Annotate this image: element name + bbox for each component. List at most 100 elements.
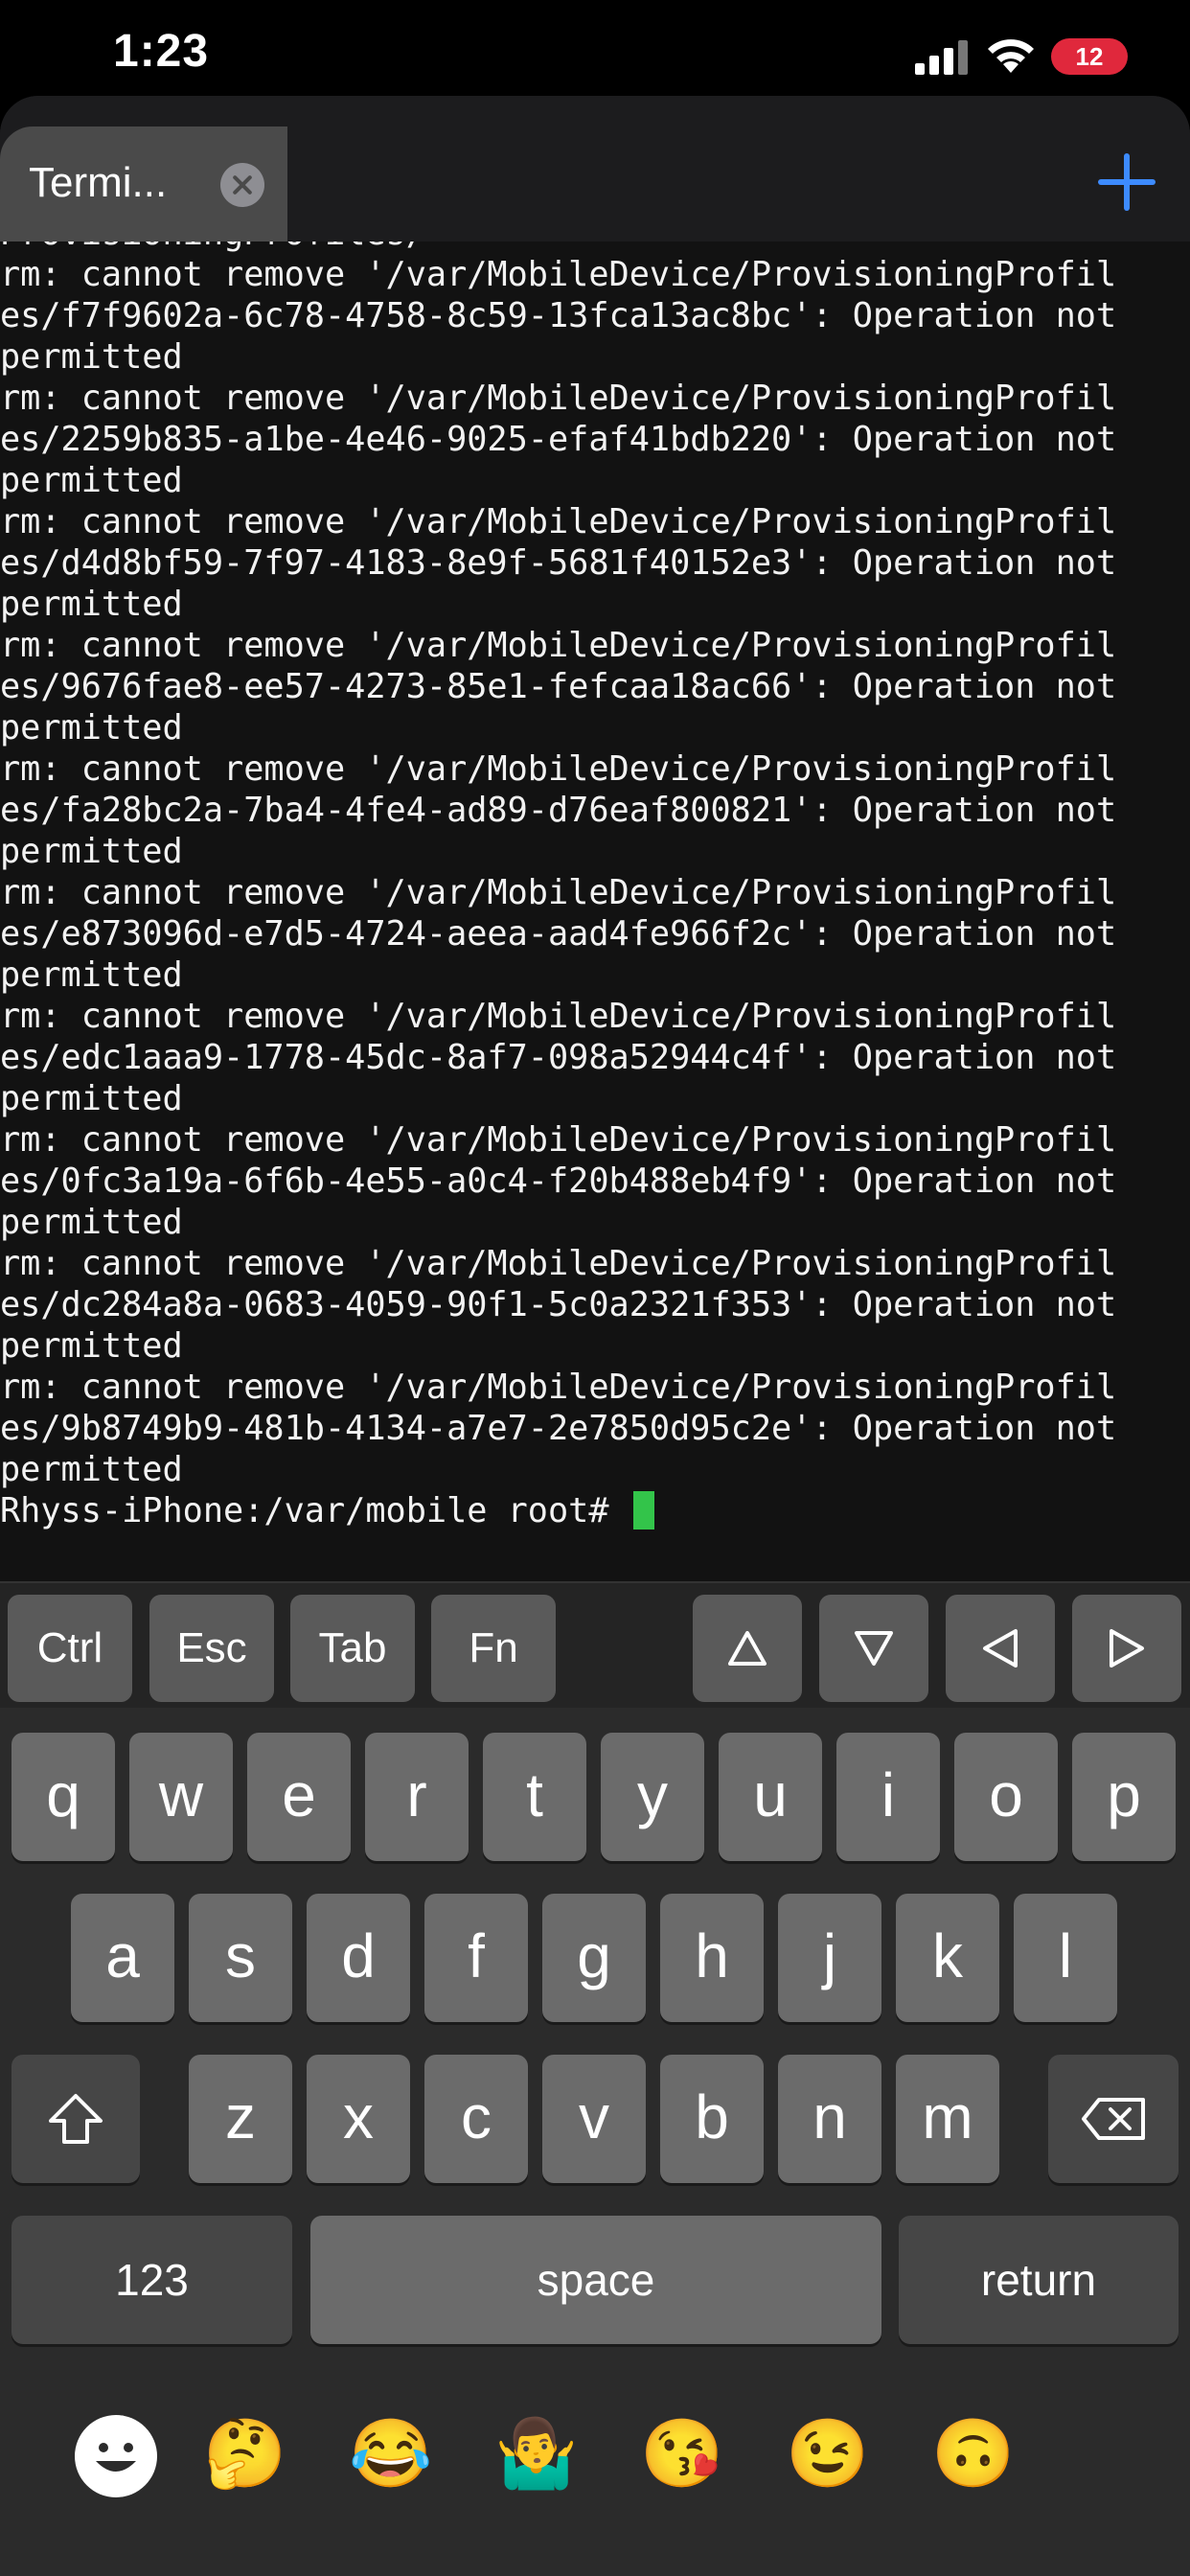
arrow-left-icon: [983, 1629, 1018, 1668]
arrow-right-key[interactable]: [1072, 1595, 1181, 1702]
terminal-line: rm: cannot remove '/var/MobileDevice/Pro…: [0, 749, 1117, 789]
backspace-key[interactable]: [1048, 2055, 1179, 2183]
key-r[interactable]: r: [365, 1733, 469, 1861]
terminal-line: permitted: [0, 1450, 183, 1489]
terminal-line: rm: cannot remove '/var/MobileDevice/Pro…: [0, 1120, 1117, 1160]
terminal-line: es/e873096d-e7d5-4724-aeea-aad4fe966f2c'…: [0, 914, 1117, 954]
terminal-line: es/d4d8bf59-7f97-4183-8e9f-5681f40152e3'…: [0, 543, 1117, 583]
tab-key[interactable]: Tab: [290, 1595, 415, 1702]
terminal-line: rm: cannot remove '/var/MobileDevice/Pro…: [0, 1244, 1117, 1283]
arrow-up-key[interactable]: [693, 1595, 802, 1702]
key-s[interactable]: s: [189, 1894, 292, 2022]
terminal-line: permitted: [0, 1326, 183, 1366]
tab-terminal[interactable]: Termi...: [0, 126, 287, 242]
tab-bar: Termi...: [0, 96, 1190, 242]
key-d[interactable]: d: [307, 1894, 410, 2022]
key-h[interactable]: h: [660, 1894, 764, 2022]
numbers-key[interactable]: 123: [11, 2216, 292, 2344]
emoji-upside-down[interactable]: 🙃: [926, 2405, 1021, 2501]
emoji-wink[interactable]: 😉: [780, 2405, 876, 2501]
shift-icon: [49, 2094, 103, 2144]
terminal-line: permitted: [0, 585, 183, 624]
key-t[interactable]: t: [483, 1733, 586, 1861]
key-o[interactable]: o: [954, 1733, 1058, 1861]
emoji-kiss[interactable]: 😘: [634, 2405, 730, 2501]
fn-key[interactable]: Fn: [431, 1595, 556, 1702]
backspace-icon: [1082, 2098, 1145, 2140]
terminal-line: es/0fc3a19a-6f6b-4e55-a0c4-f20b488eb4f9'…: [0, 1162, 1117, 1201]
key-z[interactable]: z: [189, 2055, 292, 2183]
terminal-line: rm: cannot remove '/var/MobileDevice/Pro…: [0, 502, 1117, 541]
space-key[interactable]: space: [310, 2216, 881, 2344]
terminal-line: es/2259b835-a1be-4e46-9025-efaf41bdb220'…: [0, 420, 1117, 459]
key-i[interactable]: i: [836, 1733, 940, 1861]
key-u[interactable]: u: [719, 1733, 822, 1861]
return-key[interactable]: return: [899, 2216, 1179, 2344]
terminal-line: es/fa28bc2a-7ba4-4fe4-ad89-d76eaf800821'…: [0, 791, 1117, 830]
terminal-line: rm: cannot remove '/var/MobileDevice/Pro…: [0, 255, 1117, 294]
terminal-line: rm: cannot remove '/var/MobileDevice/Pro…: [0, 379, 1117, 418]
cellular-signal-icon: [915, 40, 969, 75]
terminal-line: permitted: [0, 461, 183, 500]
terminal-line: permitted: [0, 832, 183, 871]
tab-title: Termi...: [29, 159, 168, 206]
terminal-app: Termi... ProvisioningProfiles/rm: cannot…: [0, 96, 1190, 1581]
emoji-shrug[interactable]: 🤷‍♂️: [489, 2405, 584, 2501]
terminal-prompt-line: Rhyss-iPhone:/var/mobile root#: [0, 1490, 1190, 1531]
key-f[interactable]: f: [424, 1894, 528, 2022]
key-b[interactable]: b: [660, 2055, 764, 2183]
key-w[interactable]: w: [129, 1733, 233, 1861]
status-bar: 1:23 12: [0, 0, 1190, 105]
emoji-suggestions: 🤔 😂 🤷‍♂️ 😘 😉 🙃: [0, 2405, 1190, 2520]
key-m[interactable]: m: [896, 2055, 999, 2183]
esc-key[interactable]: Esc: [149, 1595, 274, 1702]
terminal-line: permitted: [0, 708, 183, 748]
terminal-line: es/f7f9602a-6c78-4758-8c59-13fca13ac8bc'…: [0, 296, 1117, 335]
terminal-line: es/9676fae8-ee57-4273-85e1-fefcaa18ac66'…: [0, 667, 1117, 706]
terminal-output[interactable]: ProvisioningProfiles/rm: cannot remove '…: [0, 242, 1190, 1581]
key-q[interactable]: q: [11, 1733, 115, 1861]
emoji-joy[interactable]: 😂: [343, 2405, 439, 2501]
close-tab-icon[interactable]: [220, 163, 264, 207]
terminal-text: ProvisioningProfiles/rm: cannot remove '…: [0, 242, 1190, 1531]
arrow-down-key[interactable]: [819, 1595, 928, 1702]
arrow-right-icon: [1110, 1629, 1144, 1668]
accessory-bar: Ctrl Esc Tab Fn: [0, 1581, 1190, 1710]
terminal-line: rm: cannot remove '/var/MobileDevice/Pro…: [0, 873, 1117, 912]
status-time: 1:23: [113, 26, 210, 77]
wifi-icon: [988, 39, 1034, 73]
key-v[interactable]: v: [542, 2055, 646, 2183]
terminal-line: permitted: [0, 1203, 183, 1242]
terminal-line: ProvisioningProfiles/: [0, 242, 1190, 254]
emoji-thinking[interactable]: 🤔: [197, 2405, 293, 2501]
terminal-line: rm: cannot remove '/var/MobileDevice/Pro…: [0, 1368, 1117, 1407]
key-a[interactable]: a: [71, 1894, 174, 2022]
terminal-line: rm: cannot remove '/var/MobileDevice/Pro…: [0, 997, 1117, 1036]
terminal-line: permitted: [0, 1079, 183, 1118]
key-e[interactable]: e: [247, 1733, 351, 1861]
terminal-line: rm: cannot remove '/var/MobileDevice/Pro…: [0, 626, 1117, 665]
arrow-down-icon: [855, 1631, 893, 1666]
new-tab-plus-icon[interactable]: [1098, 153, 1156, 211]
terminal-line: es/9b8749b9-481b-4134-a7e7-2e7850d95c2e'…: [0, 1409, 1117, 1448]
ctrl-key[interactable]: Ctrl: [8, 1595, 132, 1702]
battery-indicator: 12: [1051, 38, 1128, 75]
key-y[interactable]: y: [601, 1733, 704, 1861]
key-x[interactable]: x: [307, 2055, 410, 2183]
key-j[interactable]: j: [778, 1894, 881, 2022]
terminal-cursor: [632, 1491, 654, 1530]
key-n[interactable]: n: [778, 2055, 881, 2183]
arrow-left-key[interactable]: [946, 1595, 1055, 1702]
shift-key[interactable]: [11, 2055, 140, 2183]
key-l[interactable]: l: [1014, 1894, 1117, 2022]
key-k[interactable]: k: [896, 1894, 999, 2022]
key-g[interactable]: g: [542, 1894, 646, 2022]
terminal-prompt: Rhyss-iPhone:/var/mobile root#: [0, 1491, 629, 1530]
terminal-line: es/dc284a8a-0683-4059-90f1-5c0a2321f353'…: [0, 1285, 1117, 1324]
key-c[interactable]: c: [424, 2055, 528, 2183]
terminal-line: es/edc1aaa9-1778-45dc-8af7-098a52944c4f'…: [0, 1038, 1117, 1077]
terminal-line: permitted: [0, 955, 183, 995]
arrow-up-icon: [728, 1631, 767, 1666]
terminal-line: permitted: [0, 337, 183, 377]
key-p[interactable]: p: [1072, 1733, 1176, 1861]
